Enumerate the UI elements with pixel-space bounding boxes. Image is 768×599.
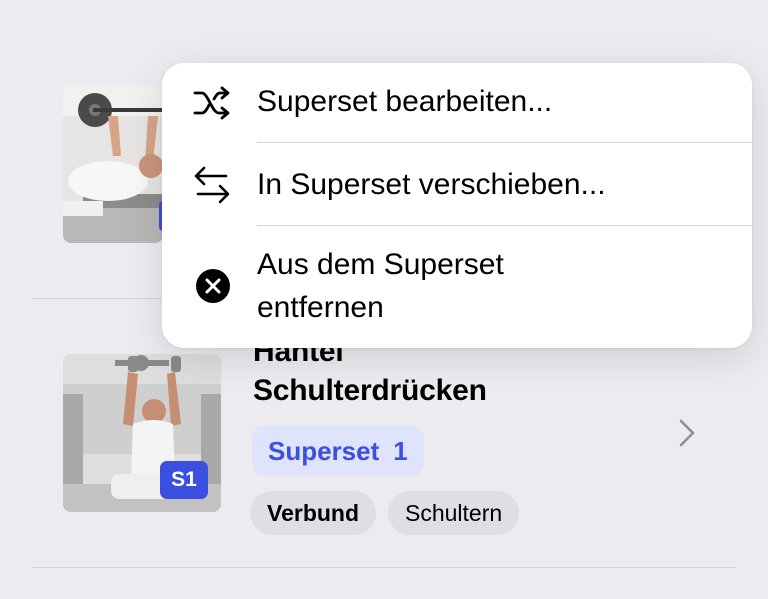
- superset-chip-label: Superset: [268, 435, 380, 466]
- menu-item-remove-from-superset[interactable]: Aus dem Superset entfernen: [162, 226, 752, 348]
- superset-chip[interactable]: Superset 1: [252, 426, 424, 476]
- xmark-circle-icon: [195, 268, 231, 309]
- superset-chip-number: 1: [393, 435, 408, 466]
- exercise-thumbnail[interactable]: S1: [63, 354, 221, 512]
- tag-schultern: Schultern: [388, 491, 520, 535]
- chevron-right-icon[interactable]: [676, 417, 698, 454]
- arrows-swap-icon: [192, 163, 232, 212]
- tag-verbund: Verbund: [250, 491, 377, 535]
- exercise-thumbnail-bench-press[interactable]: [63, 86, 163, 243]
- menu-item-label-line2: entfernen: [257, 291, 384, 324]
- bench-press-image: [63, 86, 163, 243]
- menu-item-label-line1: Aus dem Superset: [257, 248, 504, 281]
- list-divider: [32, 567, 736, 568]
- menu-item-label: Superset bearbeiten...: [257, 85, 553, 118]
- context-menu: Superset bearbeiten... In Superset versc…: [162, 63, 752, 348]
- shuffle-icon: [192, 85, 232, 126]
- menu-item-edit-superset[interactable]: Superset bearbeiten...: [162, 63, 752, 143]
- superset-badge: S1: [160, 461, 208, 499]
- menu-item-move-to-superset[interactable]: In Superset verschieben...: [162, 143, 752, 225]
- menu-item-label: In Superset verschieben...: [257, 168, 606, 201]
- exercise-title-line2: Schulterdrücken: [253, 374, 487, 407]
